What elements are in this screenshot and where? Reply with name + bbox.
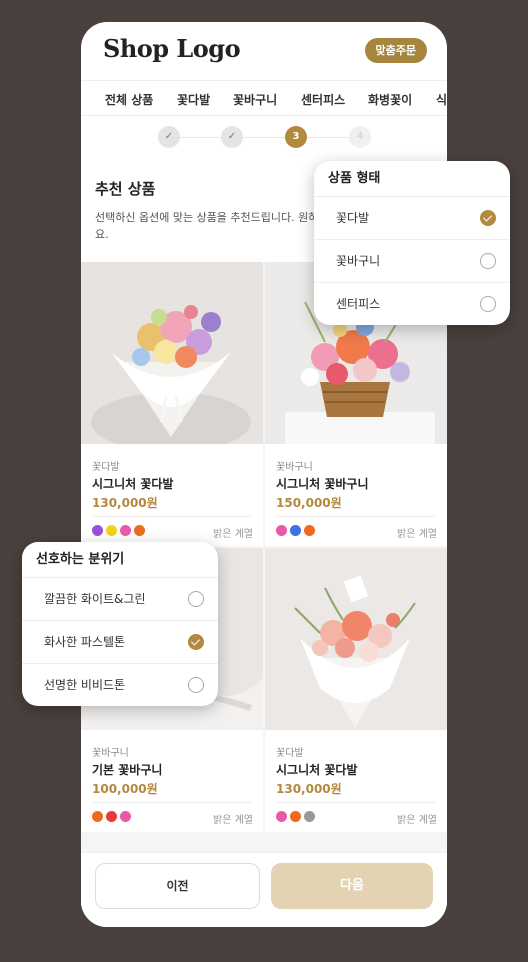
radio-icon[interactable]	[480, 296, 496, 312]
radio-icon[interactable]	[188, 677, 204, 693]
color-swatch	[276, 811, 287, 822]
color-swatch	[120, 811, 131, 822]
category-tab-more[interactable]: 식	[436, 91, 447, 108]
product-image-bouquet	[81, 262, 263, 444]
color-swatch	[290, 811, 301, 822]
product-price: 150,000원	[276, 496, 342, 510]
category-tab-bouquet[interactable]: 꽃다발	[177, 91, 210, 108]
product-card[interactable]: 꽃다발 시그니처 꽃다발 130,000원 밝은 계열	[81, 262, 263, 546]
option-label: 선명한 비비드톤	[44, 678, 126, 692]
step-indicator: ✓ ✓ 3 4	[81, 116, 447, 160]
shop-logo[interactable]: Shop Logo	[103, 34, 241, 63]
divider	[276, 802, 436, 803]
color-swatch	[120, 525, 131, 536]
product-tone: 밝은 계열	[397, 815, 437, 826]
color-swatches	[276, 811, 318, 823]
color-swatch	[106, 525, 117, 536]
product-price: 130,000원	[276, 782, 342, 796]
product-category: 꽃다발	[276, 748, 304, 759]
divider	[276, 516, 436, 517]
category-tab-centerpiece[interactable]: 센터피스	[301, 91, 345, 108]
step-connector	[180, 137, 221, 138]
phone-frame: Shop Logo 맞춤주문 전체 상품 꽃다발 꽃바구니 센터피스 화병꽃이 …	[81, 22, 447, 927]
color-swatch	[304, 525, 315, 536]
color-swatches	[276, 525, 318, 537]
radio-checked-icon[interactable]	[480, 210, 496, 226]
header: Shop Logo 맞춤주문	[81, 22, 447, 80]
category-tab-basket[interactable]: 꽃바구니	[233, 91, 277, 108]
color-swatch	[304, 811, 315, 822]
divider	[92, 516, 252, 517]
product-price: 100,000원	[92, 782, 158, 796]
product-category: 꽃바구니	[276, 462, 313, 473]
option-basket[interactable]: 꽃바구니	[314, 240, 510, 283]
product-name: 기본 꽃바구니	[92, 763, 163, 777]
color-swatch	[106, 811, 117, 822]
color-swatch	[92, 811, 103, 822]
product-category: 꽃바구니	[92, 748, 129, 759]
popover-title: 선호하는 분위기	[22, 542, 218, 578]
step-connector	[307, 137, 349, 138]
option-bouquet[interactable]: 꽃다발	[314, 197, 510, 240]
category-tab-all[interactable]: 전체 상품	[105, 91, 153, 108]
product-image-bouquet	[265, 548, 447, 730]
category-nav: 전체 상품 꽃다발 꽃바구니 센터피스 화병꽃이 식	[81, 80, 447, 116]
product-category: 꽃다발	[92, 462, 120, 473]
footer-actions: 이전 다음	[81, 852, 447, 927]
step-2-check-icon: ✓	[221, 126, 243, 148]
radio-icon[interactable]	[188, 591, 204, 607]
option-label: 센터피스	[336, 297, 381, 311]
category-tab-vase[interactable]: 화병꽃이	[368, 91, 412, 108]
color-swatch	[290, 525, 301, 536]
product-type-popover: 상품 형태 꽃다발 꽃바구니 센터피스	[314, 161, 510, 325]
option-label: 꽃바구니	[336, 254, 381, 268]
option-label: 깔끔한 화이트&그린	[44, 592, 146, 606]
prev-button[interactable]: 이전	[95, 863, 260, 909]
step-4-indicator: 4	[349, 126, 371, 148]
color-swatch	[134, 525, 145, 536]
option-label: 화사한 파스텔톤	[44, 635, 126, 649]
popover-title: 상품 형태	[314, 161, 510, 197]
product-price: 130,000원	[92, 496, 158, 510]
option-centerpiece[interactable]: 센터피스	[314, 283, 510, 325]
color-swatches	[92, 525, 148, 537]
option-white-green[interactable]: 깔끔한 화이트&그린	[22, 578, 218, 621]
next-button[interactable]: 다음	[271, 863, 433, 909]
product-tone: 밝은 계열	[213, 815, 253, 826]
color-swatch	[92, 525, 103, 536]
option-pastel[interactable]: 화사한 파스텔톤	[22, 621, 218, 664]
product-name: 시그니처 꽃바구니	[276, 477, 369, 491]
product-name: 시그니처 꽃다발	[92, 477, 174, 491]
option-vivid[interactable]: 선명한 비비드톤	[22, 664, 218, 706]
product-tone: 밝은 계열	[397, 529, 437, 540]
color-swatch	[276, 525, 287, 536]
radio-checked-icon[interactable]	[188, 634, 204, 650]
product-card[interactable]: 꽃다발 시그니처 꽃다발 130,000원 밝은 계열	[265, 548, 447, 832]
mood-popover: 선호하는 분위기 깔끔한 화이트&그린 화사한 파스텔톤 선명한 비비드톤	[22, 542, 218, 706]
option-label: 꽃다발	[336, 211, 370, 225]
color-swatches	[92, 811, 134, 823]
step-connector	[243, 137, 285, 138]
divider	[92, 802, 252, 803]
custom-order-button[interactable]: 맞춤주문	[364, 38, 427, 63]
step-1-check-icon: ✓	[158, 126, 180, 148]
radio-icon[interactable]	[480, 253, 496, 269]
product-tone: 밝은 계열	[213, 529, 253, 540]
product-name: 시그니처 꽃다발	[276, 763, 358, 777]
step-3-indicator: 3	[285, 126, 307, 148]
